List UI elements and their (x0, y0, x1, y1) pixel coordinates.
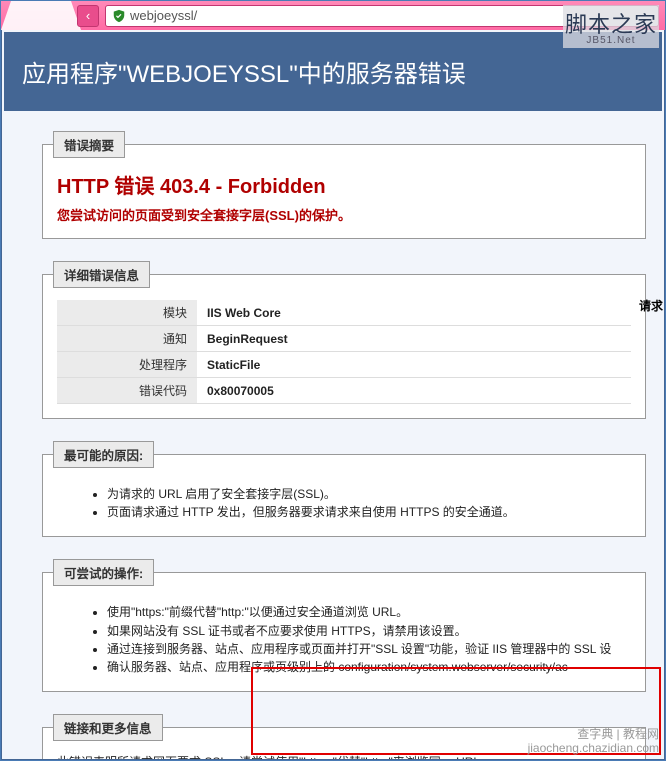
list-item: 如果网站没有 SSL 证书或者不应要求使用 HTTPS，请禁用该设置。 (107, 623, 631, 639)
tryable-box: 可尝试的操作: 使用"https:"前缀代替"http:"以便通过安全通道浏览 … (42, 559, 646, 692)
tryable-legend: 可尝试的操作: (53, 559, 154, 586)
chevron-left-icon: ‹ (86, 8, 90, 23)
error-subtitle: 您尝试访问的页面受到安全套接字层(SSL)的保护。 (57, 205, 631, 224)
error-code-title: HTTP 错误 403.4 - Forbidden (57, 170, 631, 199)
table-row: 通知BeginRequest (57, 326, 631, 352)
table-row: 处理程序StaticFile (57, 352, 631, 378)
details-right-stub: 请求 (639, 297, 663, 314)
shield-icon (112, 9, 126, 23)
error-details-legend: 详细错误信息 (53, 261, 150, 288)
details-table: 模块IIS Web Core 通知BeginRequest 处理程序Static… (57, 300, 631, 404)
causes-legend: 最可能的原因: (53, 441, 154, 468)
list-item: 页面请求通过 HTTP 发出，但服务器要求请求来自使用 HTTPS 的安全通道。 (107, 504, 631, 520)
back-button[interactable]: ‹ (77, 5, 99, 27)
more-info-text: 此错误表明所请求网页要求 SSL。请尝试使用"https:"代替"http:"来… (57, 755, 492, 760)
list-item: 确认服务器、站点、应用程序或页级别上的 configuration/system… (107, 659, 631, 675)
active-tab[interactable] (1, 1, 81, 30)
error-details-box: 详细错误信息 模块IIS Web Core 通知BeginRequest 处理程… (42, 261, 646, 419)
error-summary-box: 错误摘要 HTTP 错误 403.4 - Forbidden 您尝试访问的页面受… (42, 131, 646, 239)
table-row: 模块IIS Web Core (57, 300, 631, 326)
list-item: 通过连接到服务器、站点、应用程序或页面并打开"SSL 设置"功能，验证 IIS … (107, 641, 631, 657)
url-text: webjoeyssl/ (130, 8, 197, 23)
list-item: 为请求的 URL 启用了安全套接字层(SSL)。 (107, 486, 631, 502)
error-summary-legend: 错误摘要 (53, 131, 125, 158)
list-item: 使用"https:"前缀代替"http:"以便通过安全通道浏览 URL。 (107, 604, 631, 620)
page-body: 应用程序"WEBJOEYSSL"中的服务器错误 错误摘要 HTTP 错误 403… (1, 30, 665, 760)
causes-box: 最可能的原因: 为请求的 URL 启用了安全套接字层(SSL)。 页面请求通过 … (42, 441, 646, 537)
table-row: 错误代码0x80070005 (57, 378, 631, 404)
more-info-legend: 链接和更多信息 (53, 714, 163, 741)
footer-watermark: 查字典 | 教程网 jiaocheng.chazidian.com (528, 728, 659, 756)
watermark-logo: 脚本之家 JB51.Net (563, 5, 659, 48)
